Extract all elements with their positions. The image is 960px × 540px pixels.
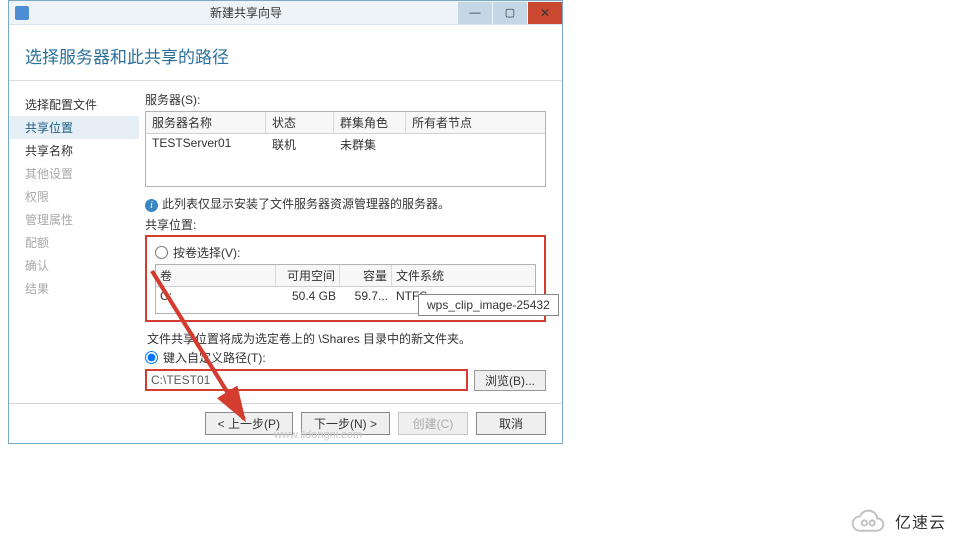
step-confirm: 确认: [9, 254, 139, 277]
servers-info-line: i 此列表仅显示安装了文件服务器资源管理器的服务器。: [145, 195, 546, 212]
servers-listbox[interactable]: 服务器名称 状态 群集角色 所有者节点 TESTServer01 联机 未群集: [145, 111, 546, 187]
wizard-main-pane: 服务器(S): 服务器名称 状态 群集角色 所有者节点 TESTServer01…: [139, 81, 562, 397]
footer-logo-text: 亿速云: [895, 509, 946, 533]
info-icon: i: [145, 199, 158, 212]
watermark-text: www.ildongni.com: [274, 429, 362, 441]
wizard-header: 选择服务器和此共享的路径: [9, 25, 562, 80]
radio-by-volume[interactable]: 按卷选择(V):: [155, 244, 536, 261]
radio-by-volume-input[interactable]: [155, 246, 168, 259]
window-controls: — ▢ ✕: [457, 1, 562, 25]
cancel-button[interactable]: 取消: [476, 412, 546, 435]
radio-custom-path-input[interactable]: [145, 351, 158, 364]
cloud-icon: [845, 508, 889, 534]
title-bar: 新建共享向导 — ▢ ✕: [9, 1, 562, 25]
image-tooltip: wps_clip_image-25432: [418, 294, 559, 316]
col-free[interactable]: 可用空间: [276, 265, 340, 286]
volume-table-header: 卷 可用空间 容量 文件系统: [156, 265, 535, 287]
radio-custom-path-label: 键入自定义路径(T):: [163, 349, 266, 366]
footer-logo: 亿速云: [845, 508, 946, 534]
custom-path-input-highlighted[interactable]: C:\TEST01: [145, 369, 468, 391]
radio-custom-path[interactable]: 键入自定义路径(T):: [145, 349, 546, 366]
step-quota: 配额: [9, 231, 139, 254]
step-share-name[interactable]: 共享名称: [9, 139, 139, 162]
close-button[interactable]: ✕: [528, 2, 562, 24]
col-cluster-role[interactable]: 群集角色: [334, 112, 406, 133]
servers-label: 服务器(S):: [145, 91, 546, 108]
browse-button[interactable]: 浏览(B)...: [474, 370, 546, 391]
minimize-icon: —: [470, 7, 481, 19]
col-status[interactable]: 状态: [266, 112, 334, 133]
col-server-name[interactable]: 服务器名称: [146, 112, 266, 133]
wizard-body: 选择配置文件 共享位置 共享名称 其他设置 权限 管理属性 配额 确认 结果 服…: [9, 80, 562, 397]
servers-list-header: 服务器名称 状态 群集角色 所有者节点: [146, 112, 545, 134]
create-button: 创建(C): [398, 412, 468, 435]
cell-capacity: 59.7...: [340, 287, 392, 305]
radio-by-volume-label: 按卷选择(V):: [173, 244, 240, 261]
step-management-properties: 管理属性: [9, 208, 139, 231]
close-icon: ✕: [540, 6, 550, 20]
col-filesystem[interactable]: 文件系统: [392, 265, 535, 286]
maximize-button[interactable]: ▢: [493, 2, 527, 24]
cell-status: 联机: [266, 134, 334, 155]
cell-volume: C:: [156, 287, 276, 305]
col-volume[interactable]: 卷: [156, 265, 276, 286]
step-share-location[interactable]: 共享位置: [9, 116, 139, 139]
col-capacity[interactable]: 容量: [340, 265, 392, 286]
custom-path-row: C:\TEST01 浏览(B)...: [145, 369, 546, 391]
app-icon: [15, 6, 29, 20]
col-owner-node[interactable]: 所有者节点: [406, 112, 545, 133]
step-result: 结果: [9, 277, 139, 300]
maximize-icon: ▢: [505, 6, 515, 19]
cell-server-name: TESTServer01: [146, 134, 266, 155]
step-other-settings: 其他设置: [9, 162, 139, 185]
minimize-button[interactable]: —: [458, 2, 492, 24]
share-location-note: 文件共享位置将成为选定卷上的 \Shares 目录中的新文件夹。: [147, 330, 546, 347]
step-select-profile[interactable]: 选择配置文件: [9, 93, 139, 116]
info-text: 此列表仅显示安装了文件服务器资源管理器的服务器。: [162, 197, 450, 211]
cell-owner-node: [406, 134, 545, 155]
share-location-label: 共享位置:: [145, 216, 546, 233]
step-permissions: 权限: [9, 185, 139, 208]
server-row[interactable]: TESTServer01 联机 未群集: [146, 134, 545, 155]
window-title: 新建共享向导: [35, 4, 457, 21]
wizard-dialog: 新建共享向导 — ▢ ✕ 选择服务器和此共享的路径 选择配置文件 共享位置 共享…: [8, 0, 563, 444]
wizard-steps-sidebar: 选择配置文件 共享位置 共享名称 其他设置 权限 管理属性 配额 确认 结果: [9, 81, 139, 397]
cell-cluster-role: 未群集: [334, 134, 406, 155]
cell-free: 50.4 GB: [276, 287, 340, 305]
